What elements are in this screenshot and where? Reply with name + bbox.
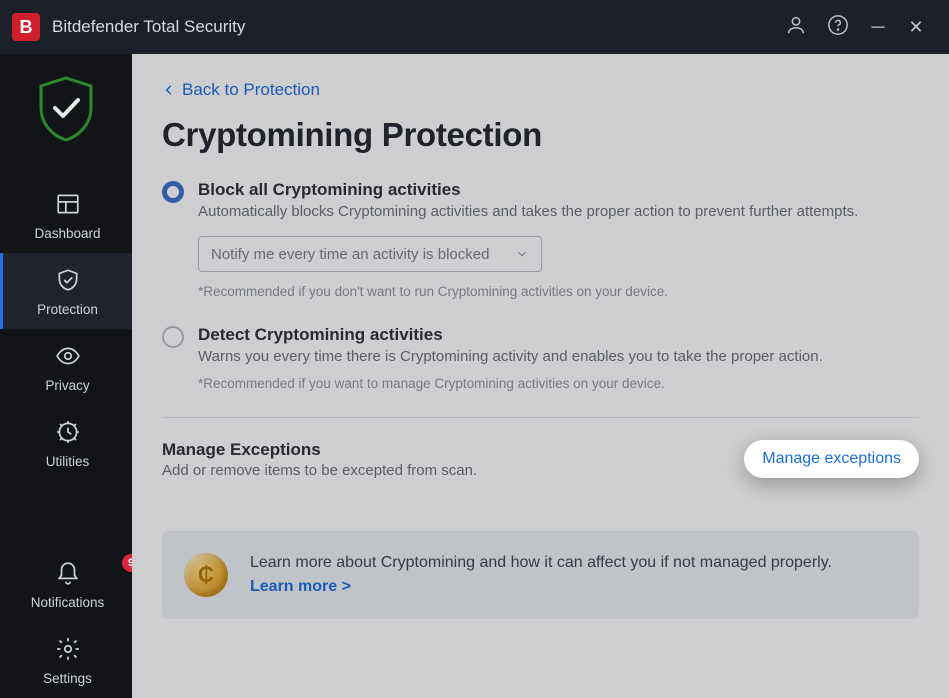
radio-selected-icon[interactable]: [162, 181, 184, 203]
chevron-left-icon: [162, 83, 176, 97]
radio-unselected-icon[interactable]: [162, 326, 184, 348]
option-detect[interactable]: Detect Cryptomining activities Warns you…: [162, 325, 919, 390]
back-link-label: Back to Protection: [182, 80, 320, 100]
manage-exceptions-button[interactable]: Manage exceptions: [744, 440, 919, 478]
sidebar-item-label: Dashboard: [34, 226, 100, 241]
manage-exceptions-desc: Add or remove items to be excepted from …: [162, 462, 477, 479]
chevron-down-icon: [515, 247, 529, 261]
content-area: Back to Protection Cryptomining Protecti…: [132, 54, 949, 698]
info-text: Learn more about Cryptomining and how it…: [250, 554, 832, 571]
coin-icon: ₵: [184, 553, 228, 597]
sidebar-item-protection[interactable]: Protection: [0, 253, 132, 329]
sidebar-item-label: Utilities: [46, 454, 90, 469]
sidebar-item-label: Settings: [43, 671, 92, 686]
option-title: Detect Cryptomining activities: [198, 325, 919, 345]
privacy-icon: [3, 343, 132, 372]
account-icon[interactable]: [775, 14, 817, 41]
notifications-icon: 9: [3, 560, 132, 589]
option-desc: Automatically blocks Cryptomining activi…: [198, 202, 919, 222]
utilities-icon: [3, 419, 132, 448]
divider: [162, 417, 919, 418]
option-desc: Warns you every time there is Cryptomini…: [198, 347, 919, 367]
manage-exceptions-title: Manage Exceptions: [162, 440, 477, 460]
dropdown-value: Notify me every time an activity is bloc…: [211, 246, 489, 263]
page-title: Cryptomining Protection: [162, 116, 919, 154]
minimize-button[interactable]: －: [859, 14, 897, 40]
status-shield-icon: [35, 74, 97, 149]
sidebar-item-label: Privacy: [45, 378, 89, 393]
app-title: Bitdefender Total Security: [52, 17, 245, 37]
sidebar-item-label: Protection: [37, 302, 98, 317]
close-button[interactable]: ✕: [897, 17, 935, 38]
notification-dropdown[interactable]: Notify me every time an activity is bloc…: [198, 236, 542, 272]
sidebar-item-dashboard[interactable]: Dashboard: [0, 177, 132, 253]
help-icon[interactable]: [817, 14, 859, 41]
settings-icon: [3, 636, 132, 665]
app-logo: B: [12, 13, 40, 41]
sidebar: Dashboard Protection Privacy Utilities: [0, 54, 132, 698]
option-note: *Recommended if you want to manage Crypt…: [198, 376, 919, 391]
option-block-all[interactable]: Block all Cryptomining activities Automa…: [162, 180, 919, 299]
info-card: ₵ Learn more about Cryptomining and how …: [162, 531, 919, 619]
sidebar-item-utilities[interactable]: Utilities: [0, 405, 132, 481]
option-note: *Recommended if you don't want to run Cr…: [198, 284, 919, 299]
back-link[interactable]: Back to Protection: [162, 80, 320, 100]
sidebar-item-notifications[interactable]: 9 Notifications: [0, 546, 132, 622]
option-title: Block all Cryptomining activities: [198, 180, 919, 200]
titlebar: B Bitdefender Total Security － ✕: [0, 0, 949, 54]
dashboard-icon: [3, 191, 132, 220]
learn-more-link[interactable]: Learn more >: [250, 578, 351, 595]
sidebar-item-settings[interactable]: Settings: [0, 622, 132, 698]
sidebar-item-label: Notifications: [31, 595, 105, 610]
protection-icon: [3, 267, 132, 296]
sidebar-item-privacy[interactable]: Privacy: [0, 329, 132, 405]
